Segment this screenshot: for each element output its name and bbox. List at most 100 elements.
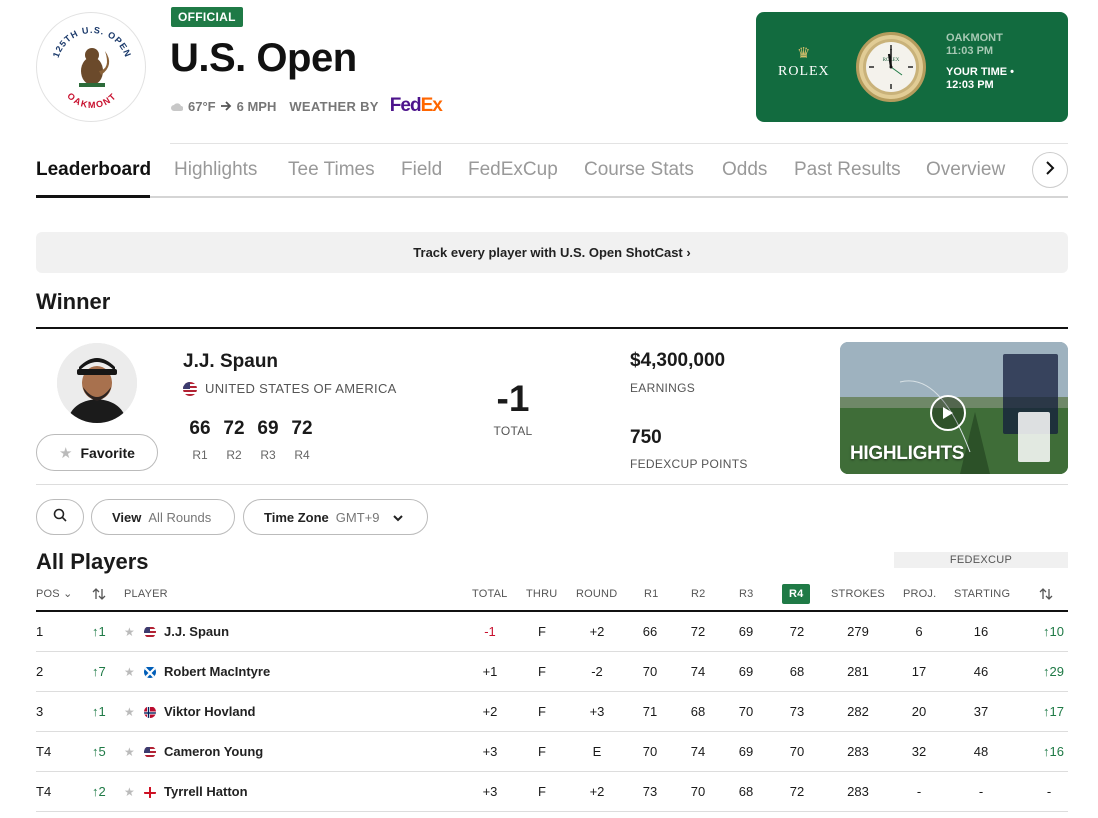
tab-fedexcup[interactable]: FedExCup (468, 158, 558, 188)
star-icon[interactable]: ★ (124, 652, 135, 692)
col-total[interactable]: TOTAL (472, 584, 507, 604)
sort-movement-icon[interactable] (92, 584, 106, 604)
row-starting: 37 (973, 704, 989, 719)
row-r4: 72 (789, 784, 805, 799)
col-strokes[interactable]: STROKES (831, 584, 885, 604)
winner-total: -1 TOTAL (493, 378, 533, 438)
search-button[interactable] (36, 499, 84, 535)
tab-course-stats[interactable]: Course Stats (584, 158, 694, 188)
official-badge: OFFICIAL (171, 7, 243, 27)
table-row[interactable]: 2 ↑7 ★ Robert MacIntyre +1 F -2 70 74 69 68 281 17 46… (36, 652, 1068, 692)
player-avatar[interactable] (57, 343, 137, 423)
player-name[interactable]: Viktor Hovland (164, 692, 256, 732)
row-total: -1 (484, 624, 496, 639)
rolex-times: OAKMONT 11:03 PM YOUR TIME • 12:03 PM (946, 32, 1014, 92)
tabs-next-button[interactable] (1032, 152, 1068, 188)
chevron-down-icon (392, 510, 403, 525)
time-zone-select[interactable]: Time Zone GMT+9 (243, 499, 428, 535)
star-icon[interactable]: ★ (124, 612, 135, 652)
cloud-icon (171, 99, 184, 114)
highlights-video[interactable]: HIGHLIGHTS (840, 342, 1068, 474)
table-row[interactable]: T4 ↑5 ★ Cameron Young +3 F E 70 74 69 70 283 32 48 ↑16 (36, 732, 1068, 772)
row-r1: 71 (642, 704, 658, 719)
col-r4[interactable]: R4 (782, 584, 811, 604)
round-score: 66 R1 (189, 418, 211, 462)
star-icon[interactable]: ★ (124, 692, 135, 732)
rolex-crown-icon: ♛ (797, 45, 811, 62)
row-r1: 73 (642, 784, 658, 799)
fedex-logo[interactable]: FedEx (390, 95, 443, 117)
row-round: +2 (589, 784, 605, 799)
all-players-heading: All Players (36, 549, 149, 574)
norway-flag-icon (144, 706, 156, 718)
player-name[interactable]: J.J. Spaun (164, 612, 229, 652)
row-r2: 74 (690, 664, 706, 679)
tab-highlights[interactable]: Highlights (174, 158, 257, 188)
time-zone-value: GMT+9 (335, 509, 380, 525)
row-r1: 66 (642, 624, 658, 639)
view-label: View (112, 509, 142, 525)
row-proj: 17 (911, 664, 927, 679)
shotcast-banner[interactable]: Track every player with U.S. Open ShotCa… (36, 232, 1068, 273)
star-icon: ★ (59, 444, 73, 462)
row-round: -2 (591, 664, 603, 679)
row-strokes: 282 (847, 704, 869, 719)
tab-odds[interactable]: Odds (722, 158, 767, 188)
star-icon[interactable]: ★ (124, 772, 135, 812)
play-icon[interactable] (930, 395, 966, 431)
row-pos: 2 (36, 664, 44, 679)
active-tab-indicator (36, 195, 150, 198)
view-rounds-select[interactable]: View All Rounds (91, 499, 235, 535)
row-proj: - (916, 784, 922, 799)
table-row[interactable]: 3 ↑1 ★ Viktor Hovland +2 F +3 71 68 70 73 282 20 37 ↑1… (36, 692, 1068, 732)
col-player[interactable]: PLAYER (124, 584, 168, 604)
row-total: +3 (482, 744, 498, 759)
table-row[interactable]: 1 ↑1 ★ J.J. Spaun -1 F +2 66 72 69 72 279 6 16 ↑10 (36, 612, 1068, 652)
row-r4: 72 (789, 624, 805, 639)
tab-leaderboard[interactable]: Leaderboard (36, 158, 151, 188)
row-r4: 68 (789, 664, 805, 679)
row-strokes: 281 (847, 664, 869, 679)
col-r1[interactable]: R1 (644, 584, 658, 604)
weather-by-label: WEATHER BY (289, 98, 379, 114)
page-title: U.S. Open (170, 36, 357, 80)
star-icon[interactable]: ★ (124, 732, 135, 772)
tab-overview[interactable]: Overview (926, 158, 1005, 188)
rolex-clock-card[interactable]: ♛ ROLEX ROLEX OAKMONT 11:03 PM YOUR TIME… (756, 12, 1068, 122)
sort-fedex-movement-icon[interactable] (1039, 584, 1053, 604)
player-name[interactable]: Cameron Young (164, 732, 263, 772)
england-flag-icon (144, 786, 156, 798)
col-starting[interactable]: STARTING (954, 584, 1010, 604)
earnings-label: EARNINGS (630, 381, 696, 395)
tab-tee-times[interactable]: Tee Times (288, 158, 375, 188)
row-total: +3 (482, 784, 498, 799)
col-thru[interactable]: THRU (526, 584, 557, 604)
row-movement: ↑2 (92, 784, 106, 799)
us-flag-icon (183, 381, 197, 396)
col-round[interactable]: ROUND (576, 584, 617, 604)
row-round: +2 (589, 624, 605, 639)
row-total: +2 (482, 704, 498, 719)
winner-country: UNITED STATES OF AMERICA (183, 381, 397, 396)
player-name[interactable]: Tyrrell Hatton (164, 772, 248, 812)
tabs-baseline (36, 196, 1068, 198)
table-row[interactable]: T4 ↑2 ★ Tyrrell Hatton +3 F +2 73 70 68 72 283 - - - (36, 772, 1068, 812)
col-pos[interactable]: POS ⌄ (36, 584, 73, 604)
row-pos: 1 (36, 624, 44, 639)
favorite-button[interactable]: ★ Favorite (36, 434, 158, 471)
player-name[interactable]: Robert MacIntyre (164, 652, 270, 692)
row-r3: 70 (738, 704, 754, 719)
tab-field[interactable]: Field (401, 158, 442, 188)
search-icon (53, 508, 67, 527)
winner-name[interactable]: J.J. Spaun (183, 351, 278, 373)
col-r2[interactable]: R2 (691, 584, 705, 604)
row-thru: F (538, 784, 546, 799)
row-fedex-movement: ↑17 (1043, 704, 1064, 719)
winner-rounds: 66 R1 72 R2 69 R3 72 R4 (183, 418, 319, 462)
us-flag-icon (144, 746, 156, 758)
col-proj[interactable]: PROJ. (903, 584, 936, 604)
col-r3[interactable]: R3 (739, 584, 753, 604)
us-flag-icon (144, 626, 156, 638)
svg-text:OAKMONT: OAKMONT (65, 91, 118, 110)
tab-past-results[interactable]: Past Results (794, 158, 901, 188)
